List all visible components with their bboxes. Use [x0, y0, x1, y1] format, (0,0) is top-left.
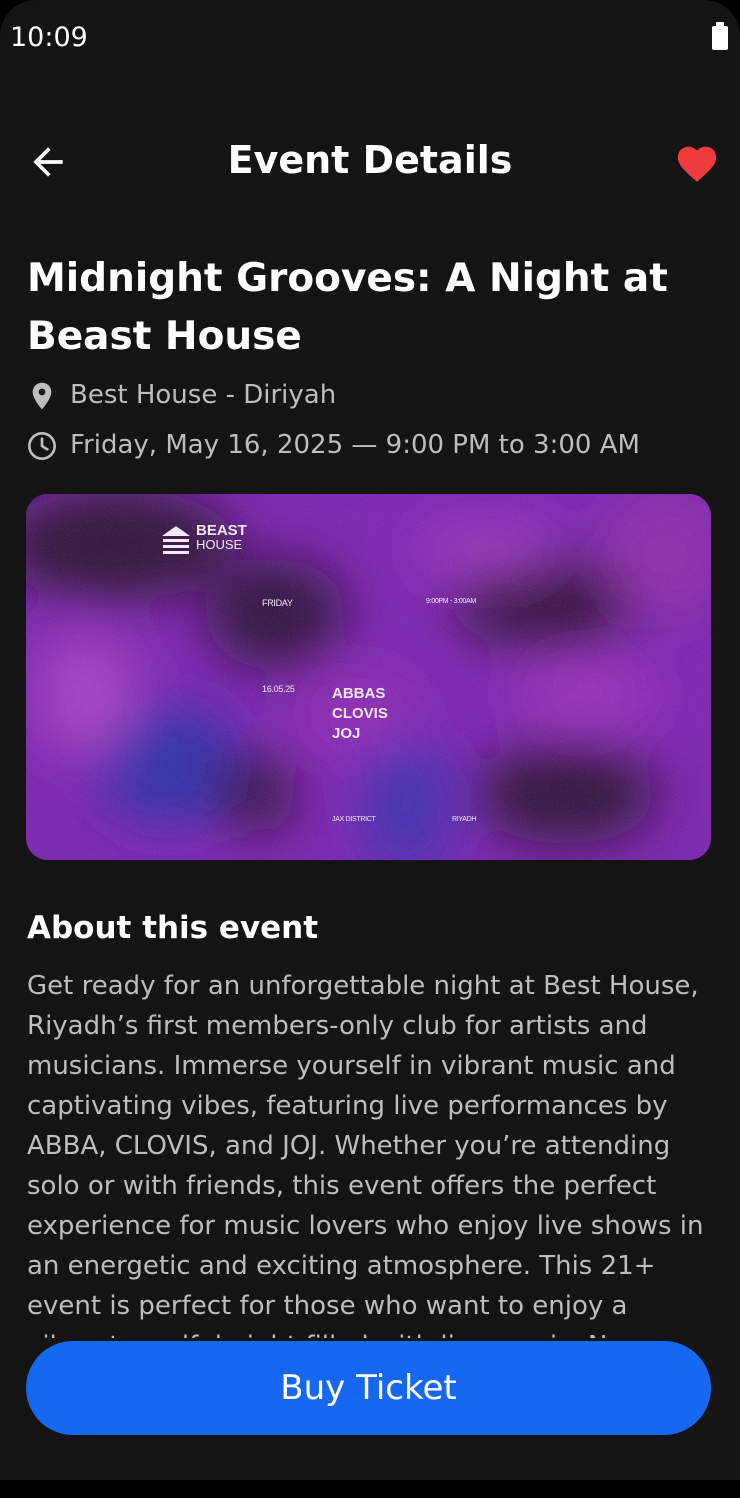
poster-artists: ABBAS CLOVIS JOJ: [332, 684, 388, 744]
status-time: 10:09: [10, 22, 88, 53]
app-bar: Event Details: [0, 120, 740, 204]
poster-day: FRIDAY: [262, 598, 293, 608]
event-title: Midnight Grooves: A Night at Beast House: [27, 256, 668, 359]
heart-icon: [677, 146, 717, 182]
page-title: Event Details: [227, 138, 513, 182]
event-datetime: Friday, May 16, 2025 — 9:00 PM to 3:00 A…: [26, 426, 716, 466]
location-text: Best House - Diriyah: [70, 380, 337, 410]
map-pin-icon: [32, 382, 52, 410]
favorite-button[interactable]: [674, 140, 720, 184]
event-details-screen: 10:09 Event Details Midnight Grooves: A …: [0, 0, 740, 1480]
event-location: Best House - Diriyah: [26, 376, 716, 416]
about-description: Get ready for an unforgettable night at …: [27, 971, 704, 1338]
status-bar: 10:09: [0, 0, 740, 76]
poster-logo-line1: BEAST: [196, 522, 247, 539]
event-poster-image: BEAST HOUSE FRIDAY 9:00PM - 3:00AM 16.05…: [26, 494, 711, 860]
poster-city: RIYADH: [452, 816, 477, 823]
about-heading: About this event: [27, 910, 319, 946]
house-logo-icon: [162, 526, 190, 554]
poster-artist-1: ABBAS: [332, 685, 386, 702]
poster-district: JAX DISTRICT: [332, 816, 376, 823]
datetime-text: Friday, May 16, 2025 — 9:00 PM to 3:00 A…: [70, 430, 640, 460]
battery-icon: [712, 22, 728, 50]
poster-artist-3: JOJ: [332, 725, 361, 742]
poster-date: 16.05.25: [262, 684, 295, 694]
buy-ticket-button[interactable]: Buy Ticket: [26, 1341, 711, 1435]
poster-logo-line2: HOUSE: [196, 537, 243, 552]
poster-artwork: [26, 494, 711, 860]
poster-logo: BEAST HOUSE: [160, 522, 247, 554]
clock-icon: [28, 432, 56, 460]
poster-hours: 9:00PM - 3:00AM: [426, 598, 476, 605]
poster-artist-2: CLOVIS: [332, 705, 388, 722]
